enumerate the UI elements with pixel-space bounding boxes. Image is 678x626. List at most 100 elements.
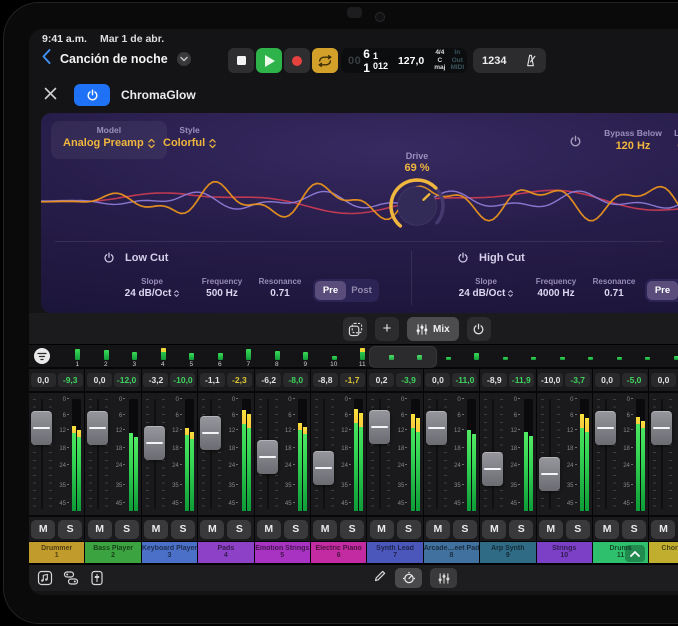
track-tile[interactable]: Arp Synth9	[480, 541, 535, 565]
high-cut-frequency[interactable]: Frequency 4000 Hz	[527, 277, 585, 299]
bypass-power-icon[interactable]	[569, 135, 582, 153]
channel-volume-value[interactable]: -8,8	[313, 373, 338, 387]
track-tile[interactable]: Chorus V	[649, 541, 678, 565]
filter-button[interactable]	[34, 348, 50, 364]
solo-button[interactable]: S	[284, 520, 308, 539]
solo-button[interactable]: S	[58, 520, 82, 539]
channel-volume-value[interactable]: 0,0	[425, 373, 450, 387]
channel-volume-value[interactable]: -3,2	[143, 373, 168, 387]
high-cut-power-icon[interactable]	[457, 252, 469, 264]
mixer-power-button[interactable]	[467, 317, 491, 341]
fader-handle[interactable]	[539, 457, 560, 491]
low-cut-resonance[interactable]: Resonance 0.71	[255, 277, 305, 299]
track-tile[interactable]: Strings10	[537, 541, 592, 565]
overview-channel-slot[interactable]	[548, 345, 577, 367]
pre-button[interactable]: Pre	[647, 281, 678, 300]
overview-channel-slot[interactable]	[519, 345, 548, 367]
overview-channel-slot[interactable]: 6	[206, 345, 235, 367]
track-tile[interactable]: Synth Lead7	[367, 541, 422, 565]
mute-button[interactable]: M	[88, 520, 112, 539]
model-select[interactable]: Model Analog Preamp	[51, 121, 167, 159]
track-tile[interactable]: Arcade…eet Pad8	[424, 541, 479, 565]
edit-pencil-icon[interactable]	[373, 569, 387, 588]
overview-channel-slot[interactable]: 9	[291, 345, 320, 367]
loop-browser-button[interactable]	[36, 569, 54, 587]
overview-viewport-handle[interactable]	[369, 346, 437, 368]
overview-channel-slot[interactable]: 2	[92, 345, 121, 367]
channel-volume-value[interactable]: 0,0	[595, 373, 620, 387]
low-cut-frequency[interactable]: Frequency 500 Hz	[193, 277, 251, 299]
solo-button[interactable]: S	[340, 520, 364, 539]
mix-button[interactable]: Mix	[407, 317, 459, 341]
track-tile[interactable]: Drummer1	[29, 541, 84, 565]
overview-channel-slot[interactable]	[633, 345, 662, 367]
channel-volume-value[interactable]: 0,2	[369, 373, 394, 387]
back-chevron-icon[interactable]	[42, 49, 51, 69]
fader-handle[interactable]	[595, 411, 616, 445]
channel-volume-value[interactable]: 0,0	[31, 373, 56, 387]
add-button[interactable]: +	[375, 317, 399, 341]
channel-volume-value[interactable]: -1,1	[200, 373, 225, 387]
track-tile[interactable]: Keyboard Player3	[142, 541, 197, 565]
plugin-power-button[interactable]	[74, 84, 110, 106]
project-title[interactable]: Canción de noche	[60, 52, 168, 66]
track-tile[interactable]: Electric Piano6	[311, 541, 366, 565]
channel-volume-value[interactable]: -10,0	[538, 373, 563, 387]
overview-channel-slot[interactable]: 10	[320, 345, 349, 367]
fader-handle[interactable]	[200, 416, 221, 450]
mute-button[interactable]: M	[482, 520, 506, 539]
mute-button[interactable]: M	[595, 520, 619, 539]
mute-button[interactable]: M	[539, 520, 563, 539]
solo-button[interactable]: S	[227, 520, 251, 539]
overview-channel-slot[interactable]: 4	[149, 345, 178, 367]
lcd-display[interactable]: 00 6 1 1 012 127,0 4/4 C maj In Out MIDI	[341, 48, 467, 73]
count-in-button[interactable]: 1234	[473, 55, 515, 67]
overview-channel-slot[interactable]	[605, 345, 634, 367]
stop-button[interactable]	[228, 48, 254, 73]
mute-button[interactable]: M	[200, 520, 224, 539]
mute-button[interactable]: M	[651, 520, 675, 539]
record-button[interactable]	[284, 48, 310, 73]
plugins-button[interactable]	[62, 569, 80, 587]
track-tile[interactable]: Bass Player2	[85, 541, 140, 565]
mixer-view-button[interactable]	[430, 568, 457, 588]
fader-view-button[interactable]	[88, 569, 106, 587]
mute-button[interactable]: M	[426, 520, 450, 539]
mute-button[interactable]: M	[257, 520, 281, 539]
solo-button[interactable]: S	[566, 520, 590, 539]
overview-channel-slot[interactable]	[462, 345, 491, 367]
overview-channel-slot[interactable]: 1	[63, 345, 92, 367]
high-cut-resonance[interactable]: Resonance 0.71	[589, 277, 639, 299]
track-tile[interactable]: Drums11	[593, 541, 648, 565]
post-button[interactable]: Post	[346, 281, 377, 300]
mute-button[interactable]: M	[370, 520, 394, 539]
channel-volume-value[interactable]: -6,2	[256, 373, 281, 387]
overview-channel-slot[interactable]: 7	[234, 345, 263, 367]
overview-channel-slot[interactable]: 5	[177, 345, 206, 367]
fader-handle[interactable]	[426, 411, 447, 445]
channel-volume-value[interactable]: -8,9	[482, 373, 507, 387]
fader-handle[interactable]	[144, 426, 165, 460]
smart-controls-button[interactable]	[395, 568, 422, 588]
fader-handle[interactable]	[482, 452, 503, 486]
mute-button[interactable]: M	[313, 520, 337, 539]
low-cut-power-icon[interactable]	[103, 252, 115, 264]
close-plugin-icon[interactable]	[44, 87, 57, 105]
mixer-overview-strip[interactable]: 1234567891011	[29, 345, 678, 369]
fader-handle[interactable]	[313, 451, 334, 485]
pre-button[interactable]: Pre	[315, 281, 346, 300]
fader-handle[interactable]	[31, 411, 52, 445]
channel-volume-value[interactable]: 0,0	[651, 373, 676, 387]
output-level-control[interactable]: Level 0.0	[653, 128, 678, 152]
channel-volume-value[interactable]: 0,0	[87, 373, 112, 387]
solo-button[interactable]: S	[397, 520, 421, 539]
solo-button[interactable]: S	[115, 520, 139, 539]
overview-channel-slot[interactable]	[491, 345, 520, 367]
low-cut-slope[interactable]: Slope 24 dB/Oct	[119, 277, 185, 299]
track-tile[interactable]: Pads4	[198, 541, 253, 565]
overview-channel-slot[interactable]: 3	[120, 345, 149, 367]
metronome-button[interactable]	[515, 53, 546, 68]
mute-button[interactable]: M	[144, 520, 168, 539]
track-tile[interactable]: Emotion Strings5	[255, 541, 310, 565]
fader-handle[interactable]	[257, 440, 278, 474]
